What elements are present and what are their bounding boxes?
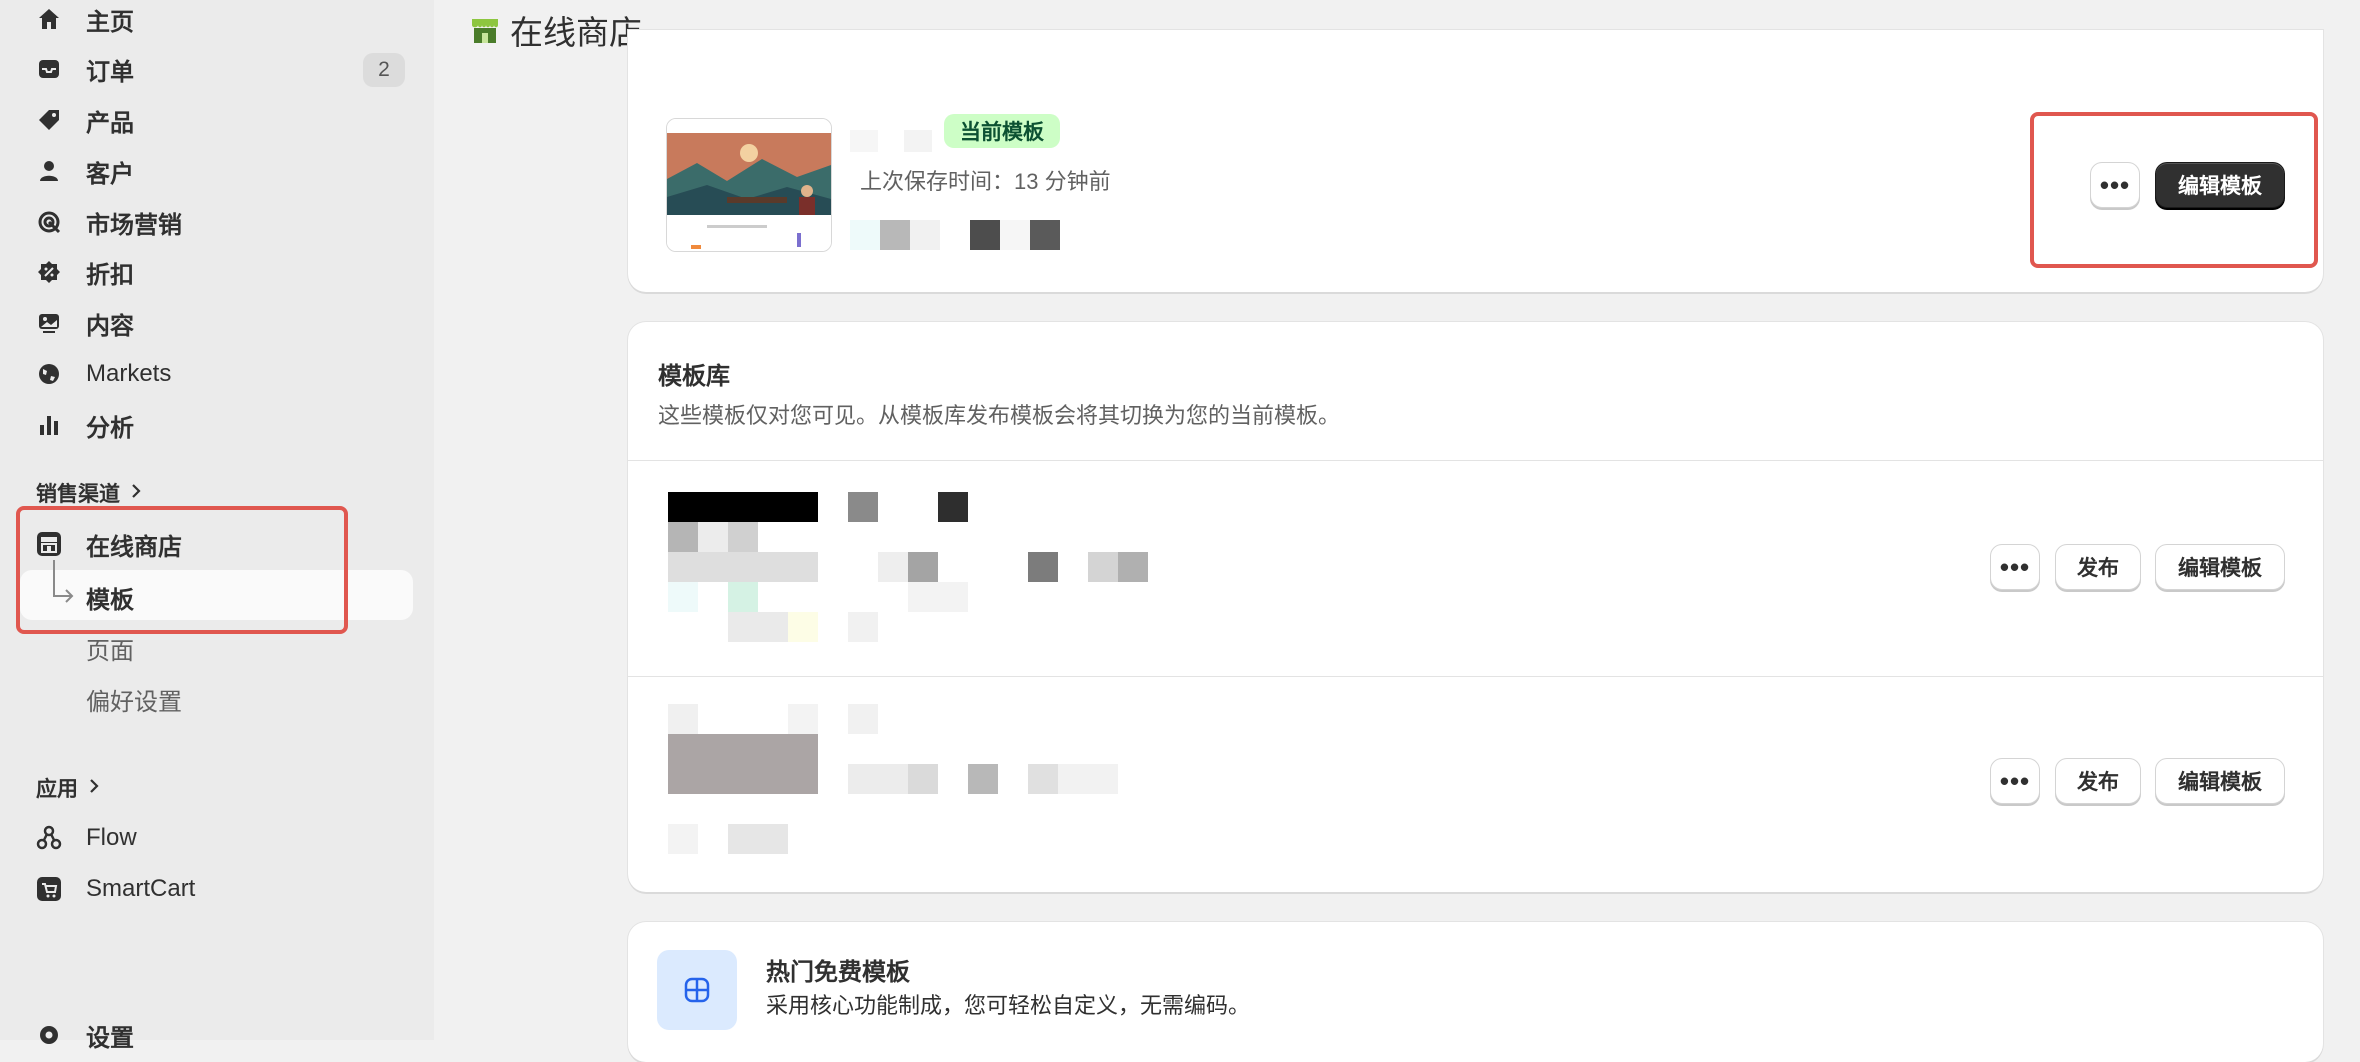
- sidebar-item-products[interactable]: 产品: [36, 95, 134, 145]
- chevron-right-icon: [130, 481, 142, 505]
- flow-app-icon: [36, 825, 62, 851]
- annotation-highlight-box: [16, 506, 348, 634]
- chevron-right-icon: [88, 776, 100, 800]
- sidebar-item-analytics[interactable]: 分析: [36, 400, 134, 450]
- edit-theme-button[interactable]: 编辑模板: [2155, 162, 2285, 208]
- sidebar-item-label: 市场营销: [86, 211, 182, 239]
- globe-icon: [36, 361, 62, 387]
- sidebar: 主页 订单 2 产品 客户 市场营销 折扣 内容 Markets 分析 销售渠道…: [0, 0, 434, 1052]
- target-icon: [36, 209, 62, 235]
- sidebar-item-orders[interactable]: 订单: [36, 44, 134, 94]
- current-theme-card: 当前模板 上次保存时间：13 分钟前 ••• 编辑模板: [628, 30, 2323, 292]
- theme-library-title: 模板库: [658, 363, 730, 390]
- sidebar-item-label: 订单: [86, 58, 134, 86]
- sidebar-item-customers[interactable]: 客户: [36, 146, 134, 196]
- sidebar-item-label: SmartCart: [86, 875, 196, 902]
- sidebar-item-markets[interactable]: Markets: [36, 349, 171, 399]
- inbox-icon: [36, 56, 62, 82]
- library-row-1-more-button[interactable]: •••: [1990, 544, 2040, 590]
- sidebar-item-discounts[interactable]: 折扣: [36, 247, 134, 297]
- library-theme-preview: [668, 704, 1168, 854]
- popular-themes-title: 热门免费模板: [766, 959, 910, 986]
- theme-library-card: 模板库 这些模板仅对您可见。从模板库发布模板会将其切换为您的当前模板。 ••• …: [628, 322, 2323, 892]
- sidebar-subitem-pages[interactable]: 页面: [86, 631, 134, 666]
- sidebar-item-label: 客户: [86, 160, 134, 188]
- tag-icon: [36, 107, 62, 133]
- popular-themes-card: 热门免费模板 采用核心功能制成，您可轻松自定义，无需编码。: [628, 922, 2323, 1062]
- library-theme-preview: [668, 492, 1168, 642]
- library-row-1-edit-button[interactable]: 编辑模板: [2155, 544, 2285, 590]
- store-icon: [470, 11, 500, 50]
- sidebar-item-label: 分析: [86, 414, 134, 442]
- sidebar-item-label: 内容: [86, 312, 134, 340]
- sidebar-item-label: 产品: [86, 109, 134, 137]
- library-row-1-publish-button[interactable]: 发布: [2055, 544, 2141, 590]
- image-icon: [36, 310, 62, 336]
- sidebar-app-flow[interactable]: Flow: [36, 813, 137, 863]
- theme-library-description: 这些模板仅对您可见。从模板库发布模板会将其切换为您的当前模板。: [658, 403, 1341, 428]
- sidebar-item-label: 主页: [86, 8, 134, 36]
- page-title: 在线商店: [470, 6, 642, 54]
- page-title-text: 在线商店: [510, 14, 642, 51]
- divider: [628, 460, 2323, 461]
- theme-layout-icon: [657, 950, 737, 1030]
- sales-channels-heading[interactable]: 销售渠道: [36, 478, 142, 508]
- sidebar-item-settings[interactable]: 设置: [36, 1010, 134, 1060]
- popular-themes-description: 采用核心功能制成，您可轻松自定义，无需编码。: [766, 993, 1251, 1018]
- bar-chart-icon: [36, 412, 62, 438]
- orders-count-badge: 2: [363, 53, 405, 87]
- home-icon: [36, 6, 62, 32]
- last-saved-text: 上次保存时间：13 分钟前: [860, 169, 1111, 194]
- library-row-2-publish-button[interactable]: 发布: [2055, 758, 2141, 804]
- sidebar-item-marketing[interactable]: 市场营销: [36, 197, 182, 247]
- divider: [628, 676, 2323, 677]
- smartcart-app-icon: [36, 876, 62, 902]
- apps-heading[interactable]: 应用: [36, 773, 100, 803]
- theme-thumbnail: [666, 118, 832, 252]
- sidebar-item-label: 设置: [86, 1024, 134, 1052]
- person-icon: [36, 158, 62, 184]
- current-theme-badge: 当前模板: [944, 114, 1060, 148]
- sidebar-item-label: Flow: [86, 824, 137, 851]
- sidebar-item-label: 折扣: [86, 261, 134, 289]
- library-row-2-edit-button[interactable]: 编辑模板: [2155, 758, 2285, 804]
- library-row-2-more-button[interactable]: •••: [1990, 758, 2040, 804]
- sidebar-item-home[interactable]: 主页: [36, 0, 134, 44]
- gear-icon: [36, 1022, 62, 1048]
- theme-actions-more-button[interactable]: •••: [2090, 162, 2140, 208]
- sidebar-subitem-preferences[interactable]: 偏好设置: [86, 682, 182, 717]
- sidebar-item-content[interactable]: 内容: [36, 298, 134, 348]
- sidebar-item-label: Markets: [86, 360, 172, 387]
- discount-icon: [36, 259, 62, 285]
- sidebar-app-smartcart[interactable]: SmartCart: [36, 864, 195, 914]
